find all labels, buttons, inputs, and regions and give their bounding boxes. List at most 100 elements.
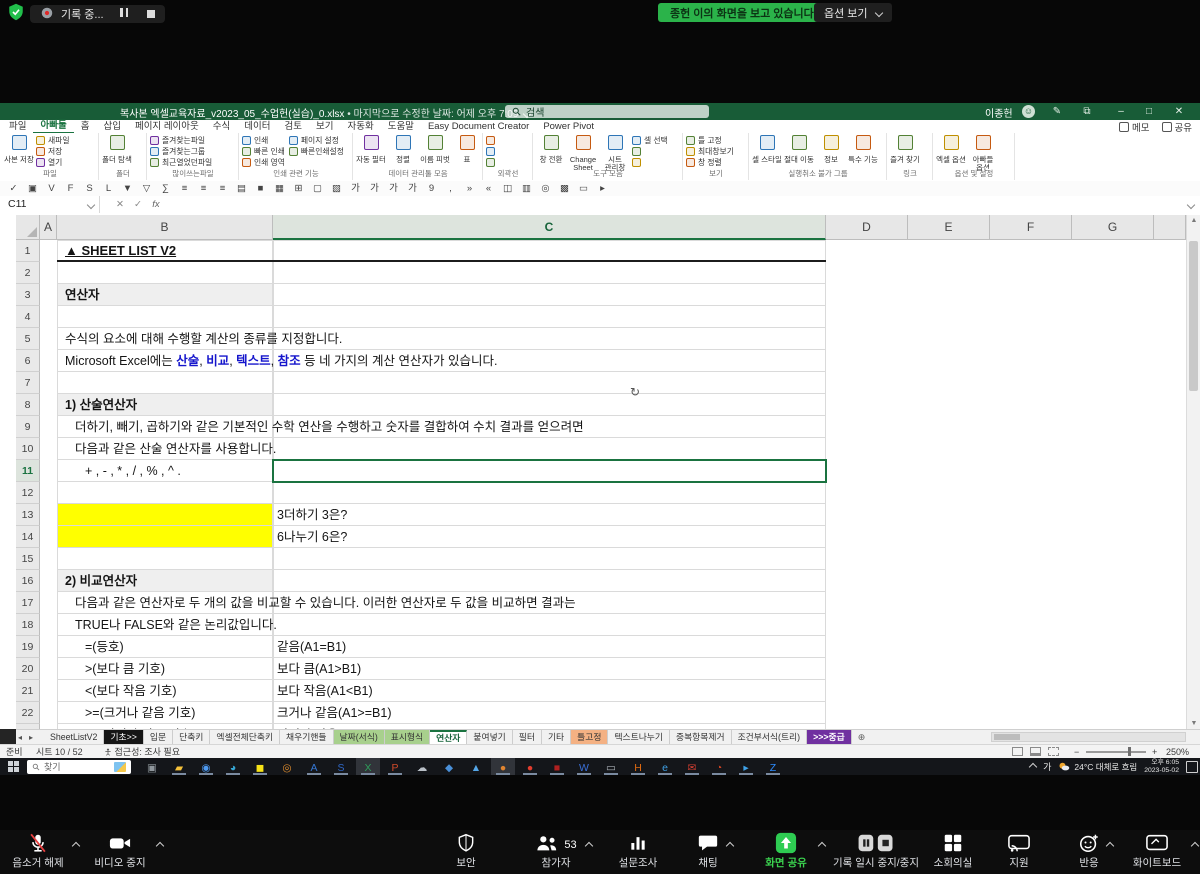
ribbon-button-아빠들 옵션[interactable]: 아빠들 옵션	[968, 135, 998, 172]
ribbon-small-button-열기[interactable]: 열기	[36, 157, 74, 168]
confirm-icon[interactable]: ✓	[4, 181, 23, 196]
cell-B5[interactable]	[57, 328, 273, 350]
column-header-C[interactable]: C	[273, 215, 826, 240]
row-header-10[interactable]: 10	[16, 438, 40, 460]
zoom-slider-thumb[interactable]	[1128, 747, 1131, 756]
paste-icon[interactable]: ▣	[23, 181, 42, 196]
window-icon[interactable]: ▢	[308, 181, 327, 196]
sheet-tab-11[interactable]: 기타	[542, 730, 571, 744]
edit-mode-icon[interactable]: ✎	[1044, 103, 1070, 120]
ribbon-tab-0[interactable]: 파일	[2, 120, 33, 133]
sheet-tab-4[interactable]: 엑셀전체단축키	[210, 730, 280, 744]
ribbon-small-button-즐겨찾는그룹[interactable]: 즐겨찾는그룹	[150, 146, 216, 157]
zoom-in-button[interactable]: +	[1152, 746, 1157, 758]
ribbon-button-절대 이동[interactable]: 절대 이동	[784, 135, 814, 164]
decrease-indent-icon[interactable]: «	[479, 181, 498, 196]
highlight-color-icon[interactable]: 가	[384, 181, 403, 196]
cell-C22[interactable]	[273, 702, 826, 724]
clear-filter-icon[interactable]: ▽	[137, 181, 156, 196]
select-all-corner[interactable]	[16, 215, 40, 240]
ribbon-small-button-icon-2[interactable]	[632, 157, 672, 168]
cell-C8[interactable]	[273, 394, 826, 416]
row-header-3[interactable]: 3	[16, 284, 40, 306]
cell-B16[interactable]	[57, 570, 273, 592]
horizontal-scrollbar[interactable]	[991, 732, 1186, 742]
ribbon-button-셀 스타일[interactable]: 셀 스타일	[752, 135, 782, 164]
ribbon-small-button-최대창보기[interactable]: 최대창보기	[686, 146, 738, 157]
video-button[interactable]: 비디오 중지	[77, 833, 163, 873]
whiteboard-button[interactable]: 화이트보드	[1116, 833, 1198, 873]
sheet-tab-13[interactable]: 텍스트나누기	[608, 730, 670, 744]
taskbar-app-internet-explorer-icon[interactable]: e	[653, 758, 677, 775]
cell-C6[interactable]	[273, 350, 826, 372]
zoom-level[interactable]: 250%	[1166, 746, 1189, 758]
s-shortcut-icon[interactable]: S	[80, 181, 99, 196]
cell-B10[interactable]	[57, 438, 273, 460]
cell-B14[interactable]	[57, 526, 273, 548]
cell-B20[interactable]	[57, 658, 273, 680]
row-header-21[interactable]: 21	[16, 680, 40, 702]
column-header-F[interactable]: F	[990, 215, 1072, 240]
row-header-2[interactable]: 2	[16, 262, 40, 284]
formula-input[interactable]	[168, 196, 1180, 213]
sheet-tab-5[interactable]: 채우기핸들	[280, 730, 333, 744]
merge-cells-icon[interactable]: ◫	[498, 181, 517, 196]
taskbar-app-pointer-app-icon[interactable]: ▸	[734, 758, 758, 775]
pattern-icon[interactable]: ▧	[327, 181, 346, 196]
taskbar-app-excel-icon[interactable]: X	[356, 758, 380, 775]
align-center-icon[interactable]: ≡	[194, 181, 213, 196]
row-header-16[interactable]: 16	[16, 570, 40, 592]
ribbon-small-button-창 정렬[interactable]: 창 정렬	[686, 157, 738, 168]
sheet-tab-12[interactable]: 틀고정	[571, 730, 608, 744]
cell-C21[interactable]	[273, 680, 826, 702]
start-button[interactable]	[8, 761, 19, 772]
sheet-tab-16[interactable]: >>>중급	[807, 730, 852, 744]
participants-button[interactable]: 53참가자	[520, 833, 592, 873]
taskbar-app-search-app-icon[interactable]: ◎	[275, 758, 299, 775]
cell-B1[interactable]	[57, 240, 273, 262]
cell-C3[interactable]	[273, 284, 826, 306]
cell-B19[interactable]	[57, 636, 273, 658]
taskbar-app-remote-desktop-icon[interactable]: ▭	[599, 758, 623, 775]
ribbon-small-button-icon-2[interactable]	[486, 157, 499, 168]
taskbar-app-app-s-icon[interactable]: S	[329, 758, 353, 775]
cell-B18[interactable]	[57, 614, 273, 636]
cell-B4[interactable]	[57, 306, 273, 328]
cell-B8[interactable]	[57, 394, 273, 416]
cell-C12[interactable]	[273, 482, 826, 504]
cell-C15[interactable]	[273, 548, 826, 570]
ribbon-tab-2[interactable]: 홈	[74, 120, 97, 133]
ribbon-small-button-즐겨찾는파일[interactable]: 즐겨찾는파일	[150, 135, 216, 146]
cell-C9[interactable]	[273, 416, 826, 438]
cell-B21[interactable]	[57, 680, 273, 702]
name-box[interactable]: C11	[0, 196, 100, 213]
cell-C1[interactable]	[273, 240, 826, 262]
unmute-button[interactable]: 음소거 해제	[0, 833, 79, 873]
sheet-tab-9[interactable]: 붙여넣기	[467, 730, 512, 744]
taskbar-app-word-icon[interactable]: W	[572, 758, 596, 775]
pause-recording-button[interactable]	[119, 8, 130, 20]
ribbon-tab-7[interactable]: 검토	[278, 120, 309, 133]
row-header-20[interactable]: 20	[16, 658, 40, 680]
more-icon[interactable]: ▸	[593, 181, 612, 196]
sheet-tab-10[interactable]: 필터	[513, 730, 542, 744]
taskbar-app-media-red-icon[interactable]: ●	[518, 758, 542, 775]
row-header-22[interactable]: 22	[16, 702, 40, 724]
ribbon-tab-8[interactable]: 보기	[309, 120, 340, 133]
scroll-down-icon[interactable]: ▼	[1187, 720, 1200, 727]
ribbon-button-폴더 탐색[interactable]: 폴더 탐색	[102, 135, 132, 164]
row-header-17[interactable]: 17	[16, 592, 40, 614]
breakout-button[interactable]: 소회의실	[921, 833, 985, 873]
taskbar-app-file-explorer-icon[interactable]: ▰	[167, 758, 191, 775]
ribbon-button-특수 기능[interactable]: 특수 기능	[848, 135, 878, 164]
v-shortcut-icon[interactable]: V	[42, 181, 61, 196]
vertical-scrollbar[interactable]: ▲▼	[1186, 215, 1200, 729]
cell-B11[interactable]	[57, 460, 273, 482]
sheet-tab-3[interactable]: 단축키	[173, 730, 210, 744]
avatar[interactable]: ☺	[1022, 105, 1035, 118]
ribbon-button-엑셀 옵션[interactable]: 엑셀 옵션	[936, 135, 966, 164]
row-header-13[interactable]: 13	[16, 504, 40, 526]
align-left-icon[interactable]: ≡	[175, 181, 194, 196]
comma-style-icon[interactable]: ,	[441, 181, 460, 196]
font-color-icon[interactable]: 가	[403, 181, 422, 196]
